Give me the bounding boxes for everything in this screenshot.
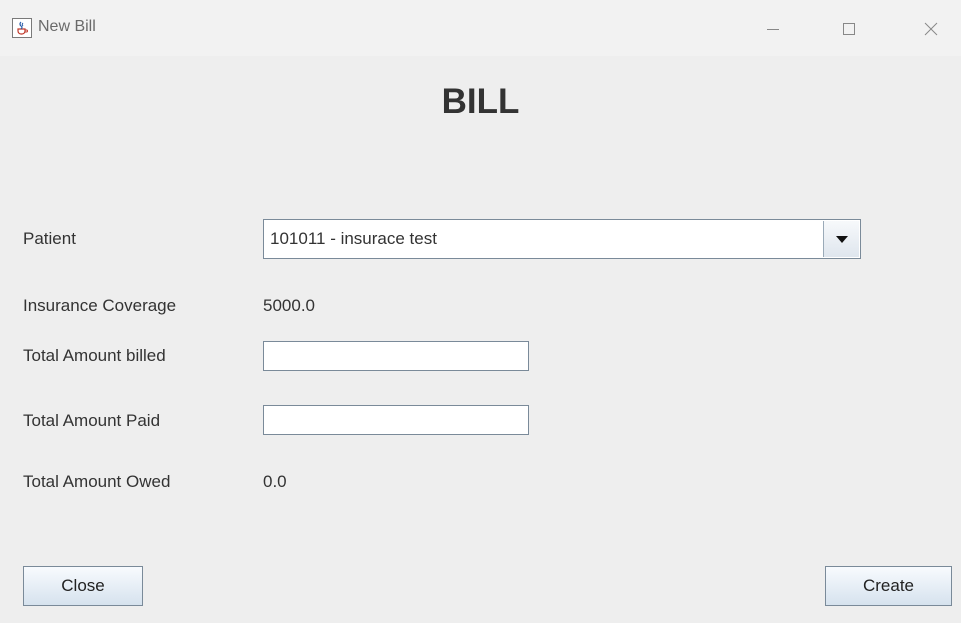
page-title: BILL xyxy=(441,82,520,121)
total-billed-label: Total Amount billed xyxy=(23,346,166,365)
total-paid-label: Total Amount Paid xyxy=(23,411,161,430)
window-title: New Bill xyxy=(38,18,96,35)
minimize-button[interactable] xyxy=(750,10,796,48)
minimize-icon xyxy=(767,29,779,30)
close-button[interactable]: Close xyxy=(23,566,143,606)
close-icon xyxy=(924,22,938,36)
total-paid-input[interactable] xyxy=(263,405,529,435)
close-window-button[interactable] xyxy=(908,10,954,48)
patient-label: Patient xyxy=(23,229,76,248)
insurance-coverage-value: 5000.0 xyxy=(263,296,315,315)
chevron-down-icon xyxy=(835,236,848,243)
total-billed-input[interactable] xyxy=(263,341,529,371)
maximize-button[interactable] xyxy=(826,10,872,48)
create-button[interactable]: Create xyxy=(825,566,952,606)
dropdown-arrow-button[interactable] xyxy=(823,221,859,257)
java-coffee-icon xyxy=(12,18,32,38)
maximize-icon xyxy=(843,23,855,35)
patient-selected-value: 101011 - insurace test xyxy=(270,229,437,248)
total-owed-label: Total Amount Owed xyxy=(23,472,171,491)
title-bar[interactable]: New Bill xyxy=(0,0,961,56)
patient-select[interactable]: 101011 - insurace test xyxy=(263,219,861,259)
new-bill-window: New Bill BILL Patient 101011 - insurace … xyxy=(0,0,961,623)
insurance-coverage-label: Insurance Coverage xyxy=(23,296,177,315)
total-owed-value: 0.0 xyxy=(263,472,287,491)
